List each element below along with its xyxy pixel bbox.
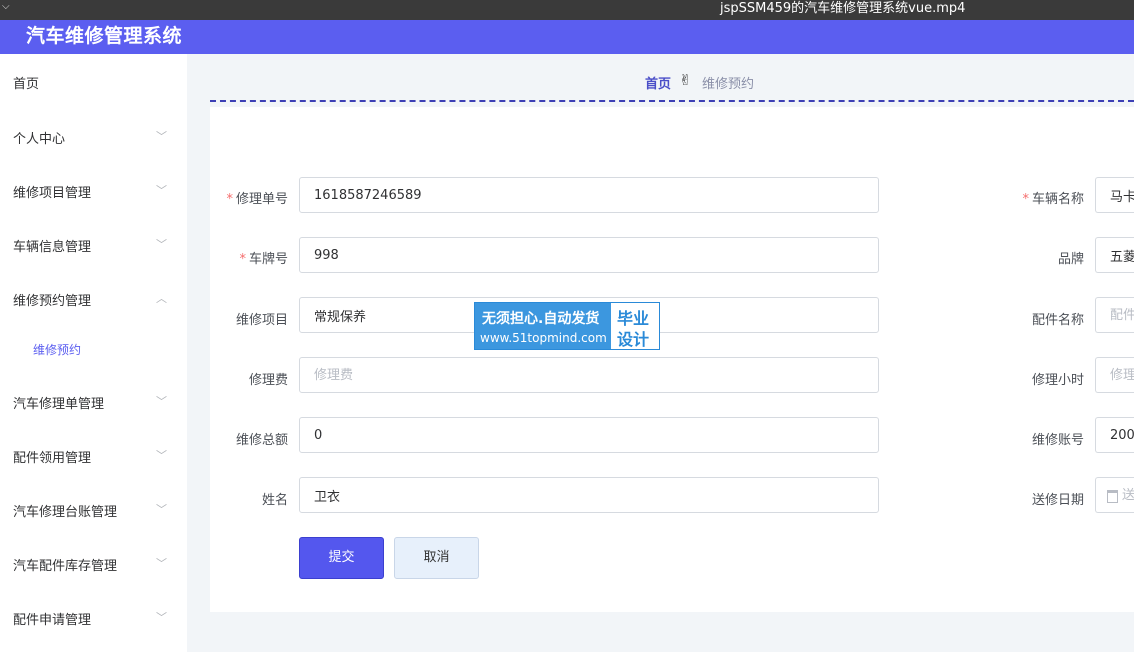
sidebar-item-parts-usage[interactable]: 配件领用管理 ﹀	[0, 435, 187, 475]
sidebar-item-label: 配件申请管理	[13, 613, 92, 628]
sidebar-item-label: 车辆信息管理	[13, 240, 92, 255]
sidebar-item-home[interactable]: 首页	[0, 61, 187, 101]
sidebar-item-parts-request[interactable]: 配件申请管理 ﹀	[0, 597, 187, 637]
sidebar-item-repair-projects[interactable]: 维修项目管理 ﹀	[0, 170, 187, 210]
chevron-down-icon: ﹀	[156, 395, 167, 408]
repair-fee-input[interactable]	[299, 357, 879, 393]
field-label-name: 姓名	[261, 493, 288, 508]
sidebar-item-label: 汽车修理单管理	[13, 397, 105, 412]
field-label-repair-project: 维修项目	[235, 313, 288, 328]
sidebar-item-label: 汽车配件库存管理	[13, 559, 118, 574]
required-mark: *	[239, 252, 246, 267]
chevron-up-icon: ︿	[156, 292, 167, 305]
field-label-repair-order-no: * 修理单号	[226, 192, 288, 207]
sidebar-item-repair-orders[interactable]: 汽车修理单管理 ﹀	[0, 381, 187, 421]
watermark-badge: 无须担心.自动发货 www.51topmind.com 毕业 设计	[474, 302, 660, 350]
chevron-down-icon: ﹀	[156, 611, 167, 624]
sidebar-item-label: 配件领用管理	[13, 451, 92, 466]
calendar-icon	[1107, 490, 1118, 503]
watermark-logo-line2: 设计	[617, 330, 650, 349]
repair-account-input[interactable]	[1095, 417, 1134, 453]
name-input[interactable]	[299, 477, 879, 513]
total-amount-input[interactable]	[299, 417, 879, 453]
video-title-bar: ⌵ jspSSM459的汽车维修管理系统vue.mp4	[0, 0, 1134, 20]
chevron-down-icon: ﹀	[156, 449, 167, 462]
sidebar-item-parts-inventory[interactable]: 汽车配件库存管理 ﹀	[0, 543, 187, 583]
sidebar-item-personal-center[interactable]: 个人中心 ﹀	[0, 116, 187, 156]
sidebar-item-label: 维修预约	[33, 343, 82, 357]
chevron-down-icon: ﹀	[156, 503, 167, 516]
appointment-form: *修理单号 *车牌号 维修项目 修理费 维修总额 姓名 *车辆名称 品牌 配件名…	[210, 107, 1134, 612]
watermark-logo: 毕业 设计	[611, 303, 659, 349]
sidebar-item-label: 维修项目管理	[13, 186, 92, 201]
required-mark: *	[226, 192, 233, 207]
video-title: jspSSM459的汽车维修管理系统vue.mp4	[720, 1, 966, 16]
app-header: 汽车维修管理系统	[0, 20, 1134, 54]
submit-button[interactable]: 提交	[299, 537, 384, 579]
repair-hours-input[interactable]	[1095, 357, 1134, 393]
watermark-slogan: 无须担心.自动发货	[482, 311, 600, 327]
repair-order-no-input[interactable]	[299, 177, 879, 213]
sidebar-item-label: 个人中心	[13, 132, 66, 147]
field-label-repair-hours: 修理小时	[1031, 373, 1084, 388]
watermark-url: www.51topmind.com	[480, 331, 607, 345]
breadcrumb-current: 维修预约	[702, 77, 755, 92]
sidebar-item-label: 汽车修理台账管理	[13, 505, 118, 520]
divider	[210, 100, 1134, 102]
sidebar-item-label: 首页	[13, 77, 40, 92]
sidebar-subitem-repair-appointment[interactable]: 维修预约	[0, 329, 187, 369]
breadcrumb-home[interactable]: 首页	[645, 73, 671, 92]
plate-no-input[interactable]	[299, 237, 879, 273]
field-label-total-amount: 维修总额	[235, 433, 288, 448]
cancel-button[interactable]: 取消	[394, 537, 479, 579]
hand-icon: ✌	[679, 71, 692, 89]
field-label-repair-fee: 修理费	[248, 373, 288, 388]
part-name-input[interactable]	[1095, 297, 1134, 333]
main-content: 首页 ✌ 维修预约 *修理单号 *车牌号 维修项目 修理费 维修总额 姓名 *车…	[187, 54, 1134, 652]
app-title: 汽车维修管理系统	[26, 25, 183, 47]
required-mark: *	[1022, 192, 1029, 207]
chevron-down-icon: ﹀	[156, 238, 167, 251]
sidebar-item-repair-appointment-mgmt[interactable]: 维修预约管理 ︿	[0, 278, 187, 318]
sidebar-item-repair-ledger[interactable]: 汽车修理台账管理 ﹀	[0, 489, 187, 529]
chevron-down-icon: ﹀	[156, 557, 167, 570]
brand-input[interactable]	[1095, 237, 1134, 273]
field-label-brand: 品牌	[1057, 252, 1084, 267]
field-label-delivery-date: 送修日期	[1031, 493, 1084, 508]
chevron-down-icon: ﹀	[156, 184, 167, 197]
sidebar: 首页 个人中心 ﹀ 维修项目管理 ﹀ 车辆信息管理 ﹀ 维修预约管理 ︿ 维修预…	[0, 54, 187, 652]
chevron-down-icon[interactable]: ⌵	[2, 1, 10, 12]
field-label-repair-account: 维修账号	[1031, 433, 1084, 448]
sidebar-item-vehicle-info[interactable]: 车辆信息管理 ﹀	[0, 224, 187, 264]
chevron-down-icon: ﹀	[156, 130, 167, 143]
breadcrumb: 首页 ✌ 维修预约	[187, 54, 1134, 100]
watermark-text-block: 无须担心.自动发货 www.51topmind.com	[475, 303, 611, 349]
field-label-vehicle-name: * 车辆名称	[1022, 192, 1084, 207]
field-label-part-name: 配件名称	[1031, 313, 1084, 328]
sidebar-item-label: 维修预约管理	[13, 294, 92, 309]
vehicle-name-input[interactable]	[1095, 177, 1134, 213]
field-label-plate-no: * 车牌号	[239, 252, 288, 267]
